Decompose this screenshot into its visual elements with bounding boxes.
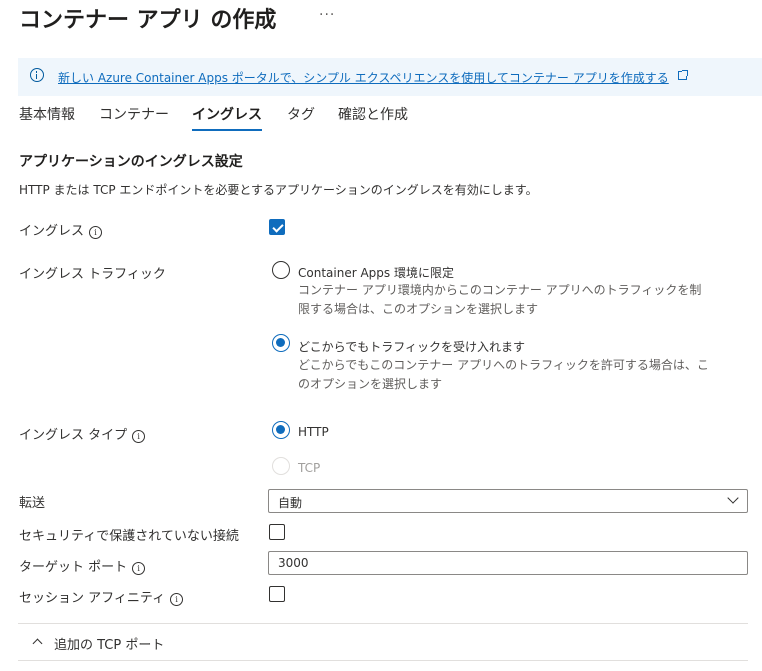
page-title: コンテナー アプリ の作成 (19, 8, 277, 33)
session-affinity-label: セッション アフィニティ i (19, 587, 184, 606)
transport-select[interactable]: 自動 (268, 489, 748, 513)
tab-ingress[interactable]: イングレス (192, 104, 262, 124)
transport-label: 転送 (19, 496, 46, 511)
additional-tcp-ports-label: 追加の TCP ポート (54, 638, 165, 653)
tab-container[interactable]: コンテナー (99, 104, 169, 124)
active-tab-indicator (192, 129, 262, 131)
traffic-anywhere-radio[interactable] (272, 334, 290, 352)
traffic-limited-desc-2: 限する場合は、このオプションを選択します (298, 302, 539, 316)
ingress-checkbox[interactable] (269, 219, 285, 235)
info-icon[interactable]: i (170, 593, 184, 606)
section-title: アプリケーションのイングレス設定 (19, 154, 243, 170)
chevron-down-icon (727, 492, 739, 504)
transport-value: 自動 (278, 496, 303, 510)
ingress-type-tcp-label: TCP (298, 461, 321, 475)
ingress-type-http-radio[interactable] (272, 421, 290, 439)
external-link-icon[interactable] (678, 70, 688, 80)
insecure-checkbox[interactable] (269, 524, 285, 540)
divider (18, 660, 748, 661)
target-port-label: ターゲット ポート i (19, 556, 146, 575)
traffic-anywhere-label: どこからでもトラフィックを受け入れます (298, 340, 526, 354)
traffic-limited-desc-1: コンテナー アプリ環境内からこのコンテナー アプリへのトラフィックを制 (298, 283, 702, 297)
info-icon[interactable]: i (89, 226, 103, 239)
ingress-type-http-label: HTTP (298, 425, 329, 439)
ingress-type-tcp-radio (272, 457, 290, 475)
ingress-traffic-label: イングレス トラフィック (19, 267, 166, 282)
ingress-type-label: イングレス タイプ i (19, 424, 146, 443)
tab-tags[interactable]: タグ (287, 104, 315, 124)
traffic-limited-radio[interactable] (272, 261, 290, 279)
more-options-button[interactable]: ··· (319, 7, 335, 23)
ingress-type-label-text: イングレス タイプ (19, 428, 128, 443)
section-description: HTTP または TCP エンドポイントを必要とするアプリケーションのイングレス… (19, 183, 538, 197)
traffic-anywhere-desc-2: のオプションを選択します (298, 377, 443, 391)
tab-basics[interactable]: 基本情報 (19, 104, 75, 124)
target-port-label-text: ターゲット ポート (19, 560, 128, 575)
traffic-limited-label: Container Apps 環境に限定 (298, 266, 454, 280)
traffic-anywhere-desc-1: どこからでもこのコンテナー アプリへのトラフィックを許可する場合は、こ (298, 358, 709, 372)
additional-tcp-ports-expander[interactable]: 追加の TCP ポート (18, 624, 748, 660)
insecure-label: セキュリティで保護されていない接続 (19, 529, 239, 544)
chevron-up-icon (32, 638, 43, 649)
info-icon[interactable]: i (132, 562, 146, 575)
ingress-label-text: イングレス (19, 224, 85, 239)
target-port-input[interactable] (268, 551, 748, 575)
session-affinity-checkbox[interactable] (269, 586, 285, 602)
session-affinity-label-text: セッション アフィニティ (19, 591, 166, 606)
info-icon (30, 68, 44, 82)
tab-review-create[interactable]: 確認と作成 (338, 104, 408, 124)
new-portal-link[interactable]: 新しい Azure Container Apps ポータルで、シンプル エクスペ… (58, 69, 669, 86)
ingress-label: イングレス i (19, 220, 103, 239)
info-banner: 新しい Azure Container Apps ポータルで、シンプル エクスペ… (18, 58, 762, 96)
info-icon[interactable]: i (132, 430, 146, 443)
